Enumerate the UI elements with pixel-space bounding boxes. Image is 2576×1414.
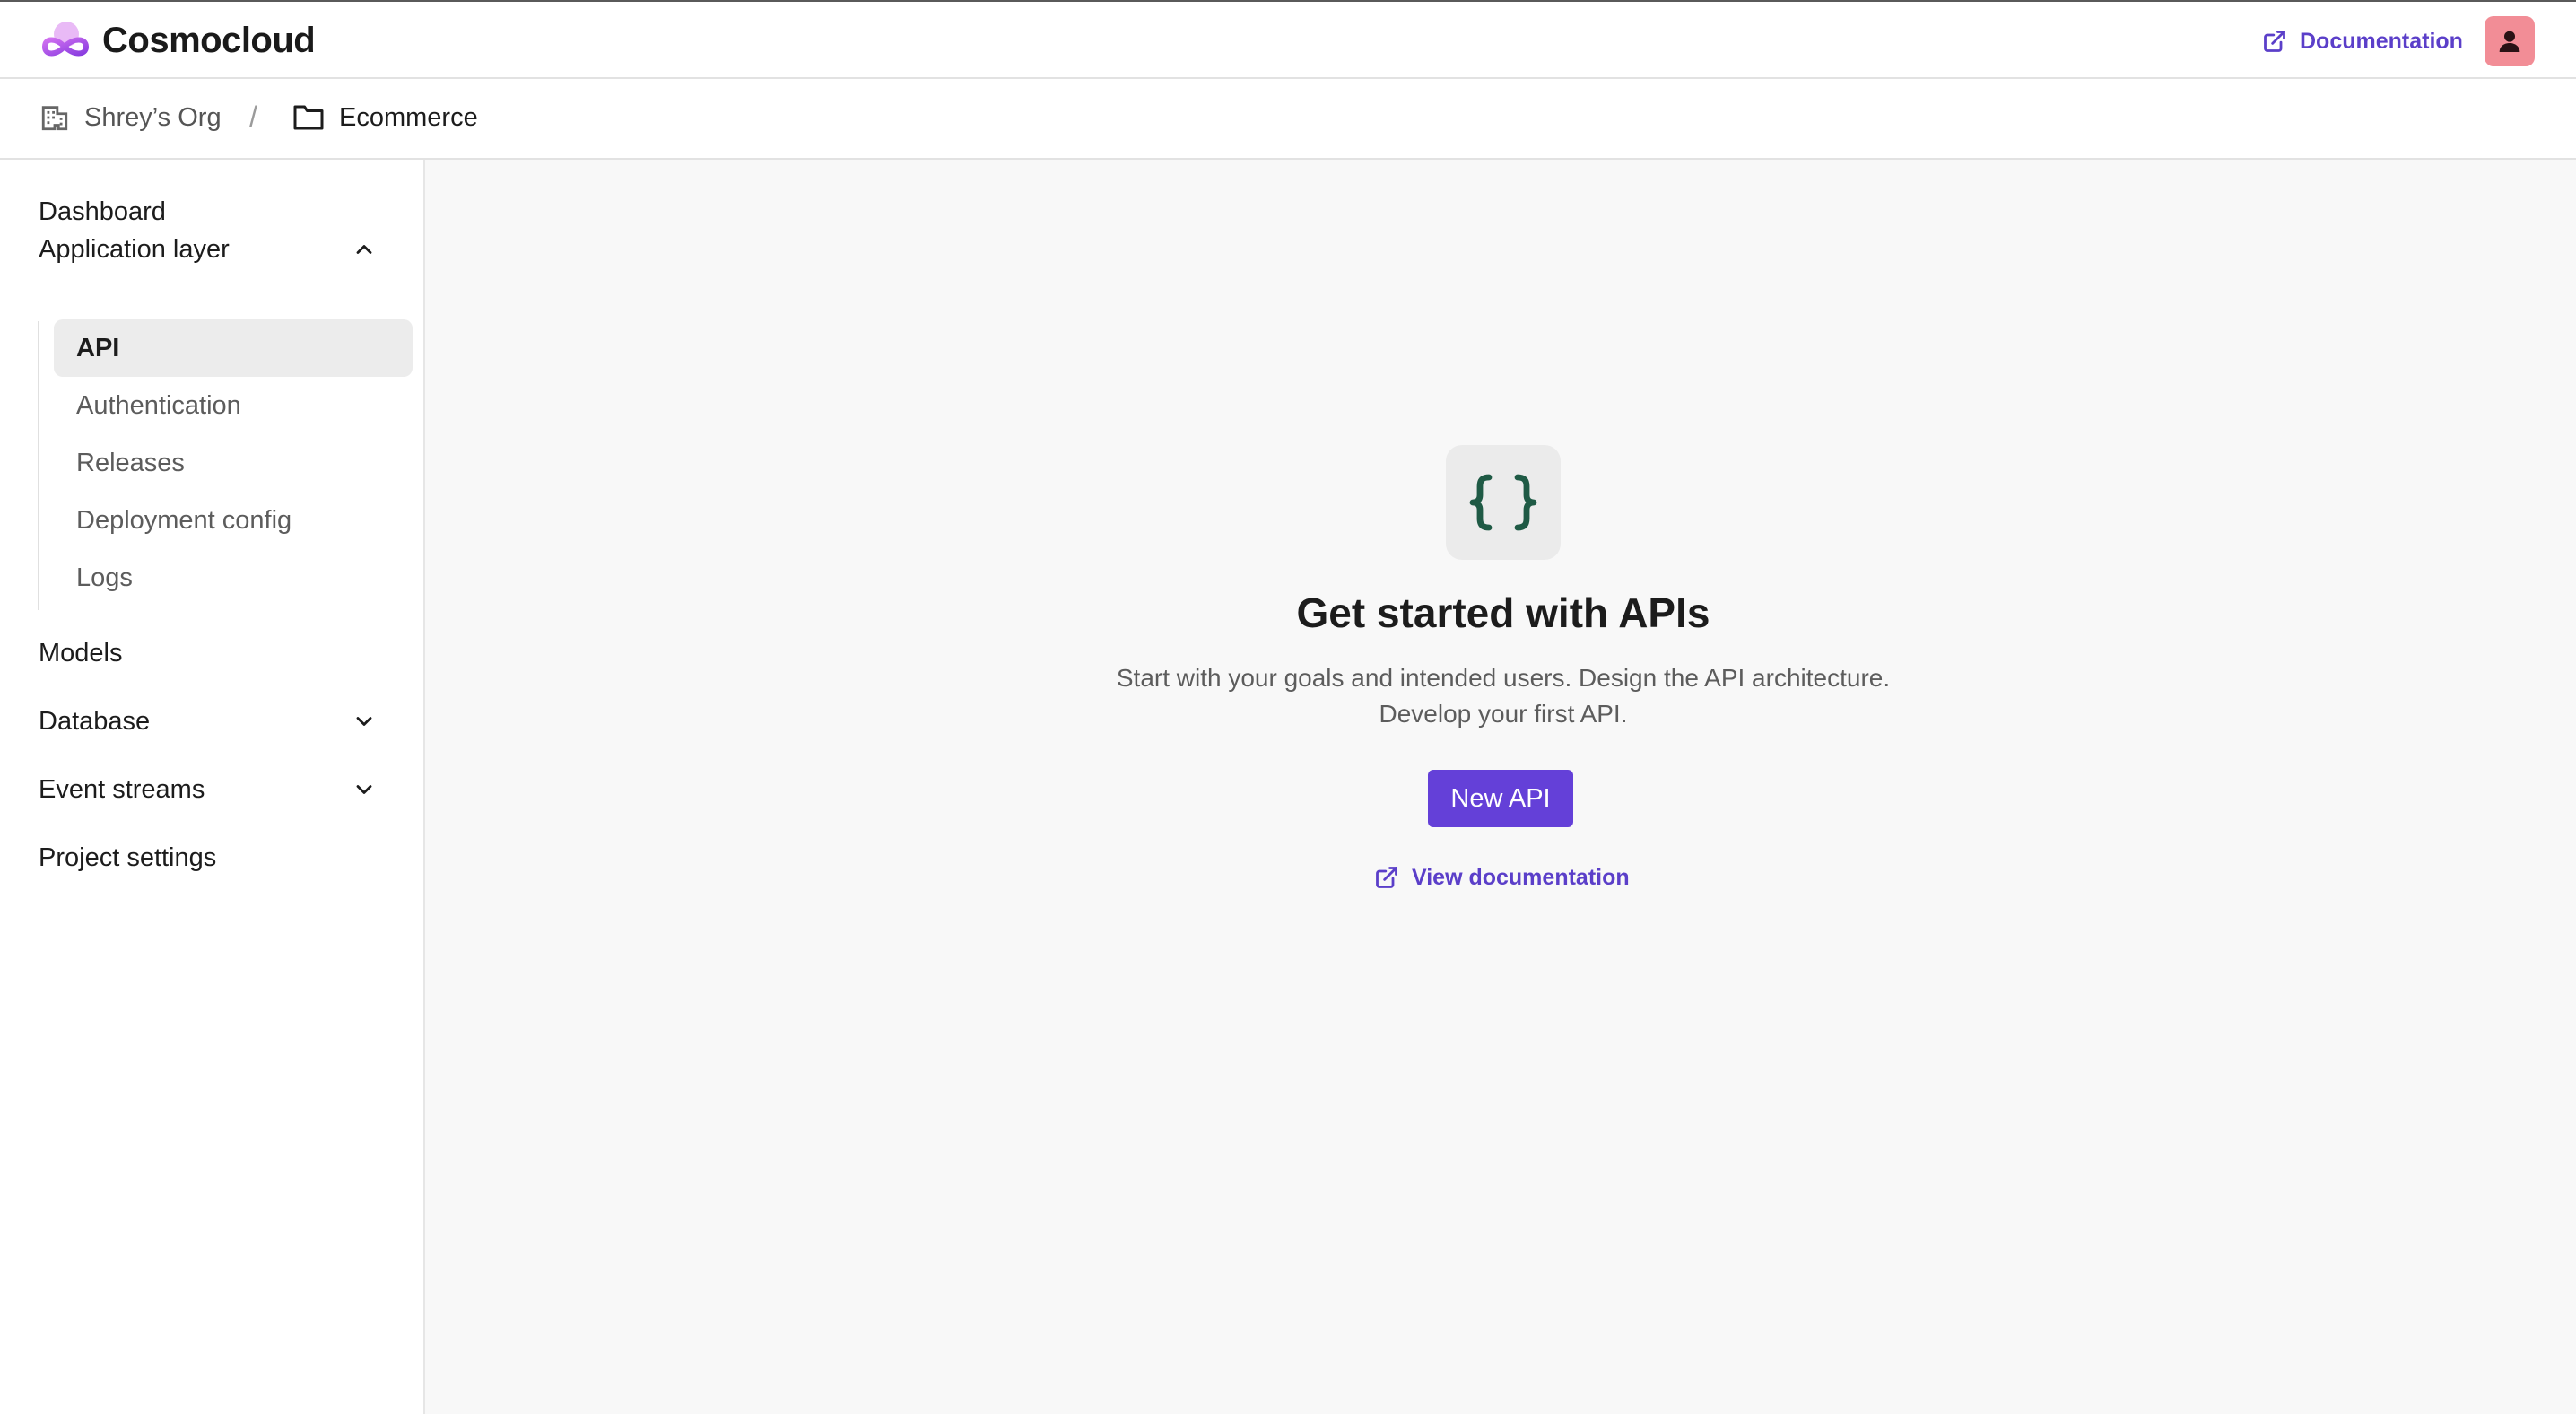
documentation-link[interactable]: Documentation — [2262, 25, 2463, 57]
external-link-icon — [1376, 867, 1397, 888]
app-name: Cosmocloud — [102, 20, 316, 60]
sidebar-item-application-layer[interactable]: Application layer — [39, 235, 230, 265]
sidebar-item-label: Application layer — [39, 235, 230, 264]
sidebar-item-models[interactable]: Models — [39, 639, 123, 668]
curly-braces-icon — [1469, 474, 1537, 531]
sidebar-subitem-label: Authentication — [76, 390, 241, 420]
user-avatar[interactable] — [2485, 16, 2535, 66]
cosmocloud-logo-icon — [41, 22, 90, 57]
chevron-up-icon[interactable] — [352, 237, 377, 262]
sidebar-subitem-logs[interactable]: Logs — [54, 549, 413, 607]
breadcrumb-project[interactable]: Ecommerce — [292, 102, 478, 133]
empty-state-title: Get started with APIs — [1296, 589, 1710, 636]
documentation-label: Documentation — [2300, 28, 2463, 54]
external-link-icon — [2264, 31, 2285, 52]
chevron-down-icon[interactable] — [352, 709, 377, 734]
breadcrumb-org[interactable]: Shrey’s Org — [39, 102, 222, 133]
sidebar-item-label: Dashboard — [39, 197, 166, 226]
sidebar-item-database[interactable]: Database — [39, 707, 150, 737]
breadcrumb: Shrey’s Org / Ecommerce — [0, 79, 2576, 160]
org-name: Shrey’s Org — [84, 102, 222, 132]
new-api-button[interactable]: New API — [1428, 770, 1573, 827]
sidebar-subitem-releases[interactable]: Releases — [54, 434, 413, 492]
building-icon — [41, 106, 68, 131]
sidebar-subitem-label: Logs — [76, 563, 133, 592]
sidebar-item-label: Models — [39, 639, 123, 668]
sidebar-item-label: Event streams — [39, 775, 205, 804]
sidebar-subitem-label: API — [76, 333, 120, 362]
sidebar-item-label: Database — [39, 707, 151, 736]
sidebar-subitem-deployment-config[interactable]: Deployment config — [54, 492, 413, 549]
sidebar: Dashboard Application layer API Authenti… — [0, 160, 425, 1414]
subnav-divider — [38, 321, 39, 610]
sidebar-item-event-streams[interactable]: Event streams — [39, 775, 205, 805]
chevron-down-icon[interactable] — [352, 777, 377, 802]
sidebar-item-dashboard[interactable]: Dashboard — [39, 197, 166, 227]
sidebar-subitem-authentication[interactable]: Authentication — [54, 377, 413, 434]
sidebar-subitem-api[interactable]: API — [54, 319, 413, 377]
folder-icon — [293, 105, 324, 130]
sidebar-subitem-label: Deployment config — [76, 505, 292, 535]
view-documentation-label: View documentation — [1412, 864, 1630, 890]
empty-state-icon-tile — [1446, 445, 1561, 560]
view-documentation-link[interactable]: View documentation — [1374, 861, 1630, 894]
empty-state-description-line: Develop your first API. — [1379, 700, 1628, 728]
user-icon — [2499, 31, 2520, 52]
breadcrumb-separator: / — [249, 100, 257, 133]
cosmocloud-logo[interactable]: Cosmocloud — [38, 18, 316, 63]
project-name: Ecommerce — [339, 102, 478, 132]
sidebar-item-project-settings[interactable]: Project settings — [39, 843, 216, 873]
main-content: Get started with APIs Start with your go… — [425, 160, 2576, 1414]
empty-state-description-line: Start with your goals and intended users… — [1116, 664, 1891, 692]
sidebar-item-label: Project settings — [39, 843, 217, 872]
empty-state-description: Start with your goals and intended users… — [425, 660, 2576, 732]
sidebar-subitem-label: Releases — [76, 448, 185, 477]
top-bar: Cosmocloud Documentation — [0, 0, 2576, 79]
